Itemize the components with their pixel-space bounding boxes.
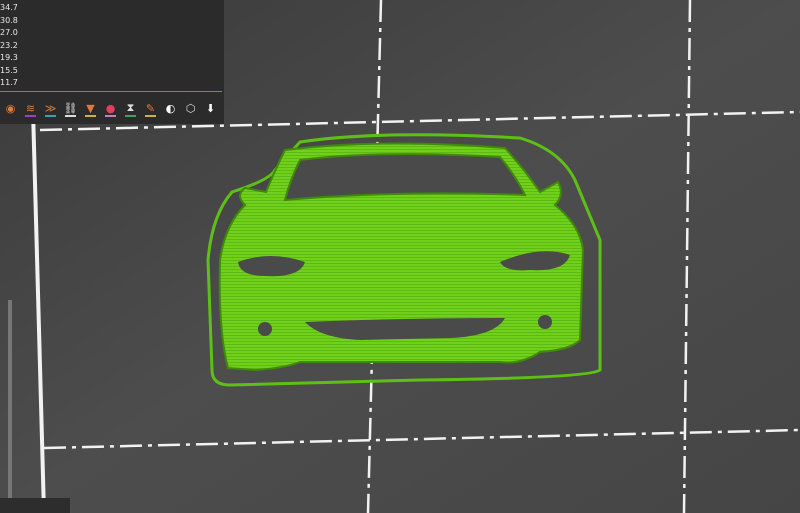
- seam-button[interactable]: ◐: [163, 100, 178, 117]
- download-button[interactable]: ⬇: [203, 100, 218, 117]
- pattern-icon: ⛓: [63, 101, 78, 115]
- paint-icon: ✎: [145, 101, 156, 115]
- active-indicator: [125, 114, 136, 117]
- active-indicator: [105, 114, 116, 117]
- extruder-icon: ▼: [86, 101, 95, 115]
- color-button[interactable]: ●: [103, 100, 118, 117]
- hourglass-button[interactable]: ⧗: [123, 100, 138, 117]
- pattern-button[interactable]: ⛓: [63, 100, 78, 117]
- legend-panel: 34.7 30.8 27.0 23.2 19.3 15.5 11.7 ◉ ≋ ≫ ⛓ ▼…: [0, 0, 224, 124]
- bottom-left-controls[interactable]: [0, 498, 70, 513]
- object-button[interactable]: ◉: [3, 100, 18, 117]
- object-icon: ◉: [5, 101, 16, 115]
- left-foglight: [258, 322, 272, 336]
- legend-value: 11.7: [0, 78, 18, 87]
- paint-button[interactable]: ✎: [143, 100, 158, 117]
- windshield: [283, 153, 527, 202]
- legend-value: 23.2: [0, 41, 18, 50]
- extruder-button[interactable]: ▼: [83, 100, 98, 117]
- active-indicator: [145, 114, 156, 117]
- legend-value: 30.8: [0, 16, 18, 25]
- color-icon: ●: [105, 101, 116, 115]
- active-indicator: [85, 114, 96, 117]
- infill-chevrons-icon: ≫: [44, 101, 57, 115]
- legend-value: 27.0: [0, 28, 18, 37]
- legend-value: 34.7: [0, 3, 18, 12]
- view-toolbar: ◉ ≋ ≫ ⛓ ▼ ● ⧗ ✎ ◐ ⬡ ⬇: [0, 96, 218, 120]
- legend-value: 19.3: [0, 53, 18, 62]
- active-indicator: [25, 114, 36, 117]
- right-foglight: [538, 315, 552, 329]
- active-indicator: [45, 114, 56, 117]
- cube-wireframe-button[interactable]: ⬡: [183, 100, 198, 117]
- infill-chevrons-button[interactable]: ≫: [43, 100, 58, 117]
- legend-divider: [0, 91, 222, 92]
- download-icon: ⬇: [205, 101, 216, 115]
- seam-icon: ◐: [165, 101, 176, 115]
- cube-wireframe-icon: ⬡: [185, 101, 196, 115]
- hourglass-icon: ⧗: [126, 101, 135, 114]
- legend-value: 15.5: [0, 66, 18, 75]
- active-indicator: [65, 114, 76, 117]
- layers-button[interactable]: ≋: [23, 100, 38, 117]
- layers-icon: ≋: [25, 101, 36, 115]
